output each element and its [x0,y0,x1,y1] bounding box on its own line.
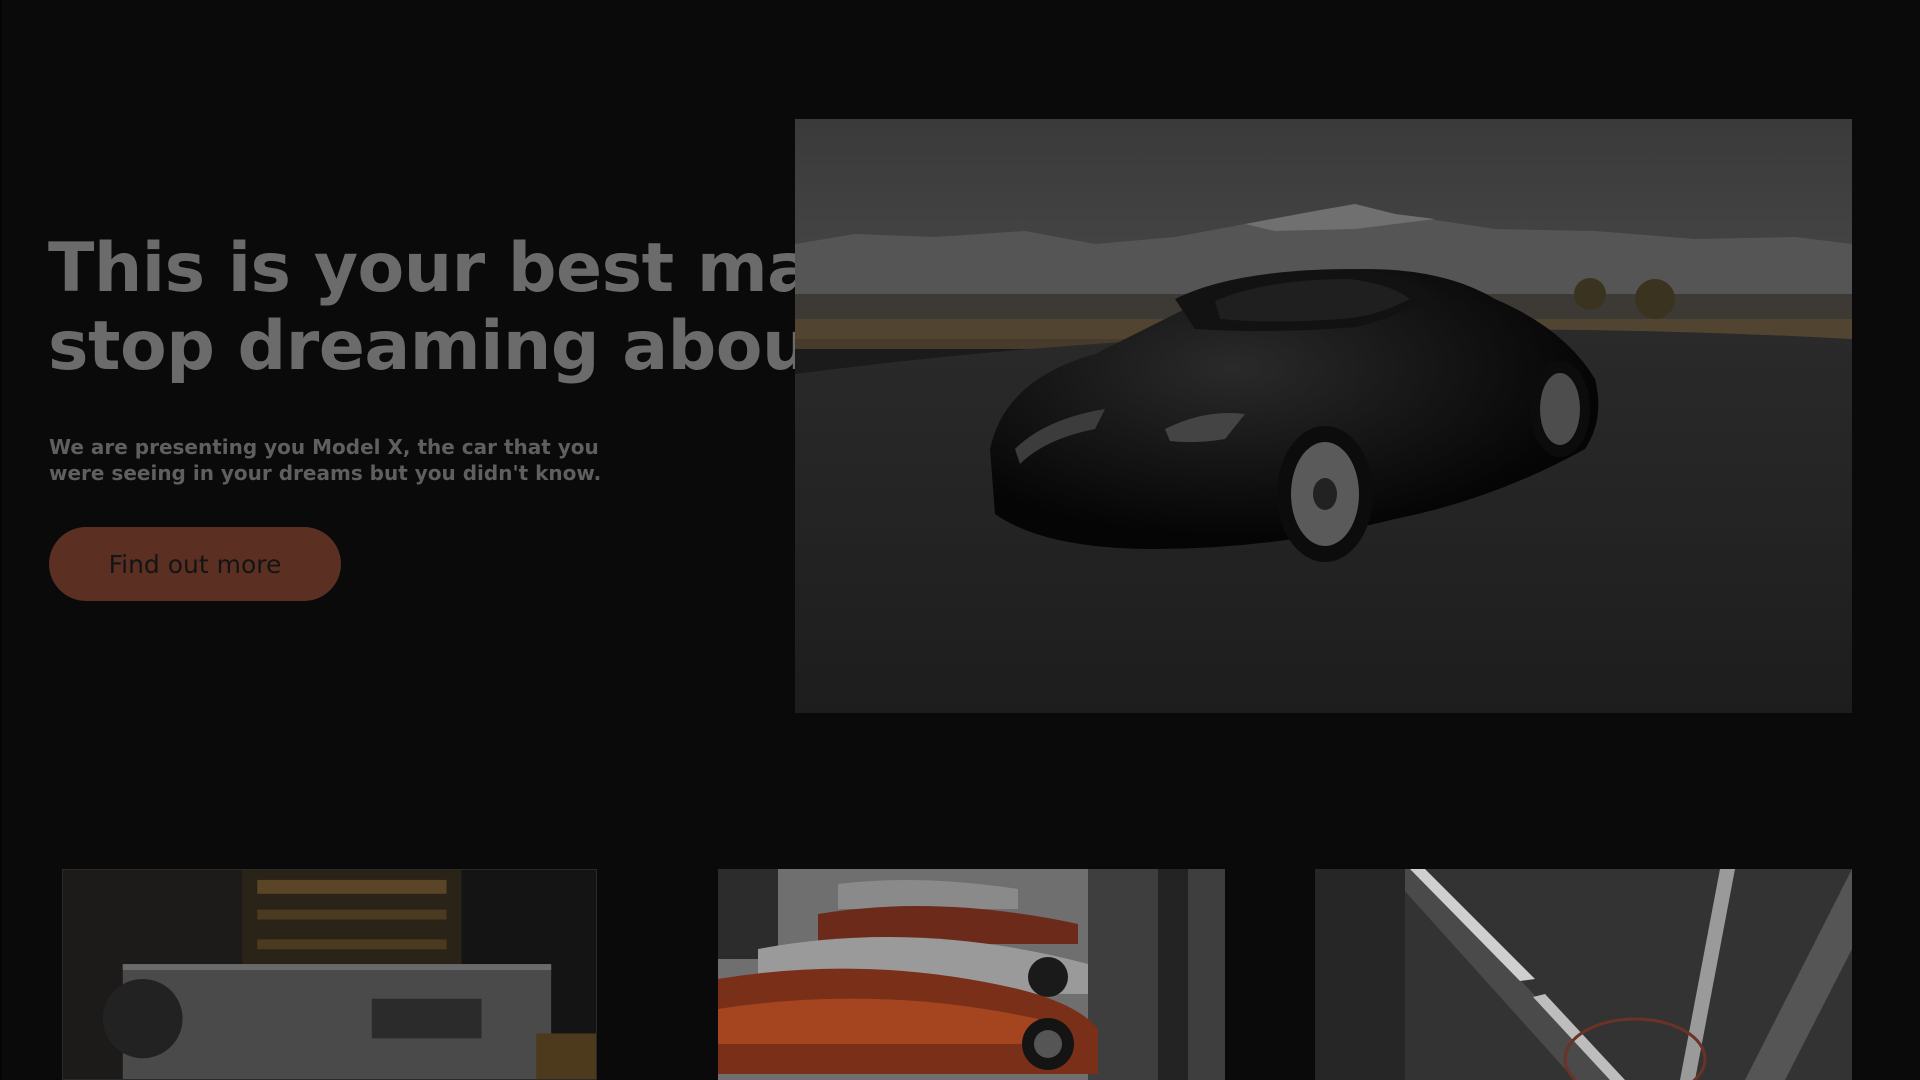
hero-subtext: We are presenting you Model X, the car t… [49,434,689,486]
building-illustration [63,870,596,1079]
hero-car-image [795,119,1852,713]
gallery-image-showroom [718,869,1225,1080]
hero-subtext-line-1: We are presenting you Model X, the car t… [49,435,599,459]
left-edge-divider [0,0,2,1080]
hero-car-illustration [795,119,1852,713]
landing-page: This is your best match, stop dreaming a… [0,0,1920,1080]
gallery-image-building [62,869,597,1080]
tunnel-illustration [1315,869,1852,1080]
showroom-illustration [718,869,1225,1080]
hero-subtext-line-2: were seeing in your dreams but you didn'… [49,461,602,485]
gallery-image-tunnel [1315,869,1852,1080]
find-out-more-button[interactable]: Find out more [49,527,341,601]
